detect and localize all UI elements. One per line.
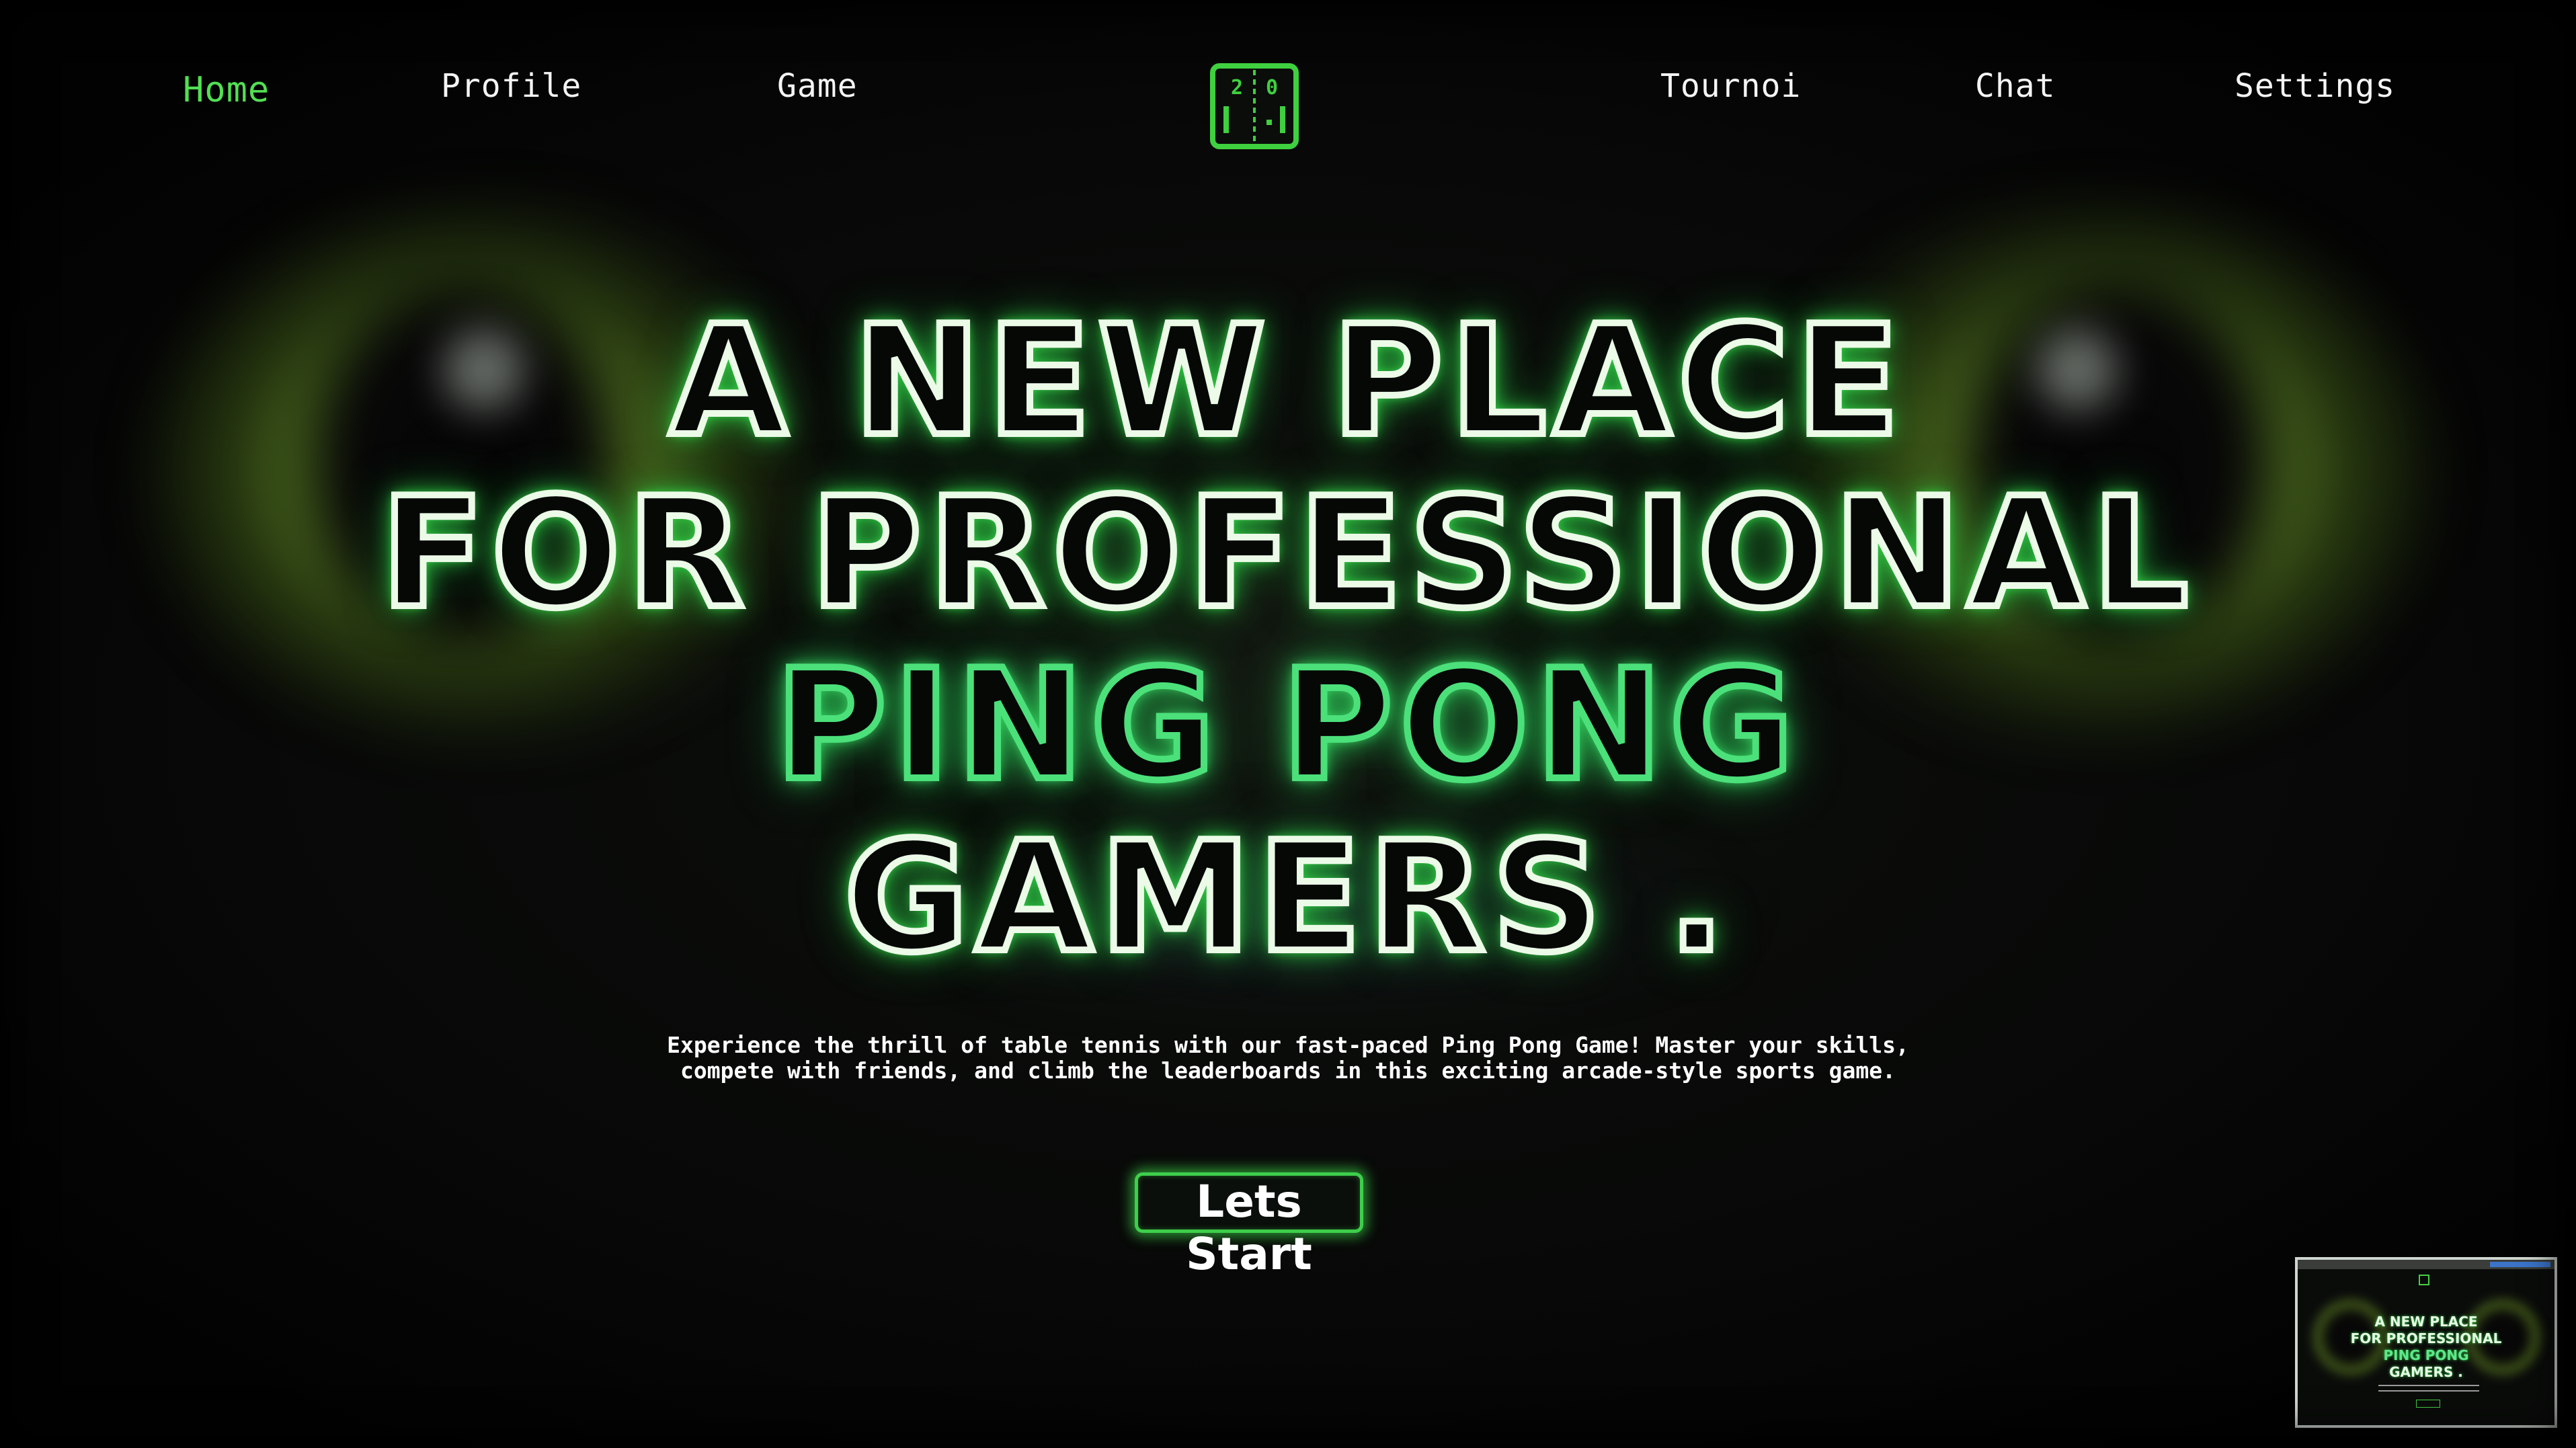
left-paddle [1223,106,1229,133]
nav-home[interactable]: Home [183,70,270,110]
preview-line-1: A NEW PLACE [2374,1314,2478,1330]
preview-headline: A NEW PLACE FOR PROFESSIONAL PING PONG G… [2298,1314,2554,1381]
ball [1266,120,1272,125]
hero-line-1: A NEW PLACE [666,292,1906,471]
hero-headline: A NEW PLACE FOR PROFESSIONAL PING PONG G… [0,292,2576,988]
preview-description [2378,1385,2479,1392]
preview-thumbnail[interactable]: A NEW PLACE FOR PROFESSIONAL PING PONG G… [2295,1257,2557,1428]
right-paddle [1280,106,1285,133]
preview-button [2416,1400,2440,1408]
preview-line-2: FOR PROFESSIONAL [2350,1330,2502,1346]
hero-line-2: FOR PROFESSIONAL [377,465,2196,643]
hero-line-4: GAMERS . [840,809,1732,988]
score-left: 2 [1231,76,1243,99]
nav-chat[interactable]: Chat [1975,67,2056,105]
preview-line-3: PING PONG [2383,1347,2469,1363]
ping-pong-scoreboard-icon[interactable]: 2 0 [1210,63,1299,149]
lets-start-button[interactable]: Lets Start [1135,1172,1363,1280]
hero-line-3: PING PONG [772,637,1801,815]
preview-line-4: GAMERS . [2389,1364,2463,1380]
nav-tournoi[interactable]: Tournoi [1660,67,1801,105]
nav-profile[interactable]: Profile [441,67,581,105]
hero-description: Experience the thrill of table tennis wi… [667,1032,1909,1084]
preview-logo-icon [2419,1275,2429,1285]
preview-window-bar-accent [2490,1262,2550,1267]
nav-settings[interactable]: Settings [2235,67,2395,105]
preview-window-bar [2298,1260,2554,1269]
page: Home Profile Game 2 0 Tournoi Chat Setti… [0,0,2576,1448]
score-right: 0 [1266,76,1278,99]
nav-game[interactable]: Game [777,67,858,105]
